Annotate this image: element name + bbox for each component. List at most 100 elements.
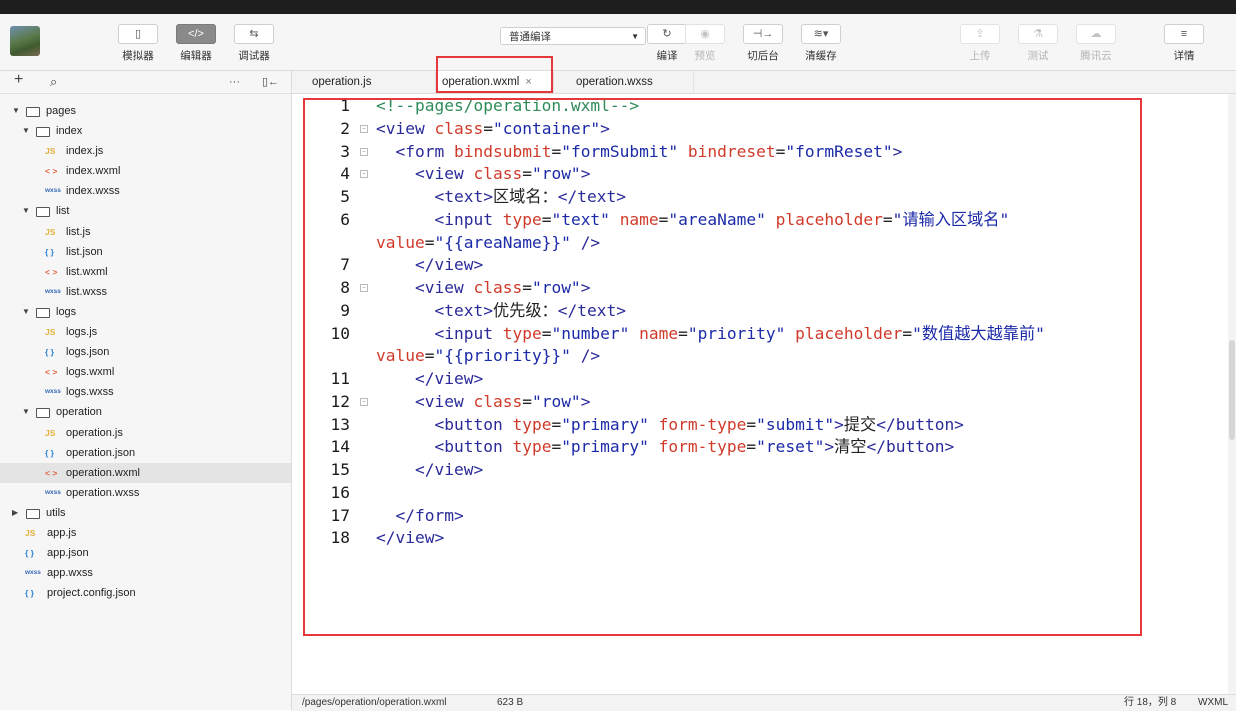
file-item[interactable]: { } operation.json <box>0 443 291 463</box>
js-file-icon: JS <box>45 146 56 157</box>
search-icon[interactable]: ⌕ <box>50 74 57 90</box>
close-icon[interactable]: × <box>525 76 531 88</box>
file-item[interactable]: < > logs.wxml <box>0 362 291 382</box>
code-token: <view <box>414 278 474 297</box>
folder-item[interactable]: ▼ index <box>0 121 291 141</box>
fold-icon[interactable]: − <box>360 397 368 406</box>
folder-item[interactable]: ▼ operation <box>0 402 291 422</box>
simulator-button[interactable]: ▯ 模拟器 <box>112 24 164 63</box>
code-line[interactable]: 11 </view> <box>292 367 1222 390</box>
code-token: "priority" <box>687 323 786 343</box>
chevron-right-icon[interactable]: ▶ <box>12 503 18 523</box>
upload-icon: ⇪ <box>960 24 1000 44</box>
code-line[interactable]: 4 − <view class="row"> <box>292 162 1222 185</box>
file-item[interactable]: { } app.json <box>0 543 291 563</box>
details-button[interactable]: ≡ 详情 <box>1158 24 1210 63</box>
fold-icon[interactable]: − <box>360 147 368 156</box>
upload-button[interactable]: ⇪ 上传 <box>954 24 1006 63</box>
code-line[interactable]: 13 <button type="primary" form-type="sub… <box>292 413 1222 436</box>
file-item[interactable]: wxss operation.wxss <box>0 483 291 503</box>
code-editor[interactable]: 1 <!--pages/operation.wxml--> 2− <view clas… <box>292 94 1236 694</box>
file-item[interactable]: { } project.config.json <box>0 583 291 603</box>
file-item[interactable]: { } logs.json <box>0 342 291 362</box>
language-mode[interactable]: WXML <box>1198 695 1228 711</box>
code-token: placeholder <box>775 209 883 229</box>
code-line[interactable]: 14 <button type="primary" form-type="res… <box>292 435 1222 458</box>
file-item[interactable]: JS index.js <box>0 141 291 161</box>
file-path: /pages/operation/operation.wxml <box>302 697 447 708</box>
code-line[interactable]: value="{{priority}}" /> <box>292 344 1222 367</box>
file-item[interactable]: < > operation.wxml <box>0 462 291 483</box>
tencent-cloud-button[interactable]: ☁ 腾讯云 <box>1070 24 1122 63</box>
code-text: <text>优先级：</text> <box>376 299 625 322</box>
file-item[interactable]: < > index.wxml <box>0 161 291 181</box>
code-token: "formSubmit" <box>561 141 679 161</box>
folder-item[interactable]: ▼ list <box>0 201 291 221</box>
folder-item[interactable]: ▼ pages <box>0 101 291 121</box>
fold-icon[interactable]: − <box>360 124 368 133</box>
code-line[interactable]: 5 <text>区域名：</text> <box>292 185 1222 208</box>
tab-operation-wxss[interactable]: operation.wxss <box>554 71 694 93</box>
code-line[interactable]: 12− <view class="row"> <box>292 390 1222 413</box>
folder-icon <box>36 127 50 138</box>
tab-operation-wxml[interactable]: operation.wxml × <box>436 71 554 93</box>
code-token: > <box>824 437 835 457</box>
more-icon[interactable]: ··· <box>229 76 240 88</box>
scrollbar-thumb[interactable] <box>1229 340 1235 440</box>
code-line[interactable]: 1 <!--pages/operation.wxml--> <box>292 94 1222 117</box>
chevron-down-icon[interactable]: ▼ <box>22 302 30 322</box>
fold-icon[interactable]: − <box>360 170 368 179</box>
test-button[interactable]: ⚗ 测试 <box>1012 24 1064 63</box>
code-line[interactable]: 10 <input type="number" name="priority" … <box>292 322 1222 345</box>
code-line[interactable]: 15 </view> <box>292 458 1222 481</box>
file-item[interactable]: wxss app.wxss <box>0 563 291 583</box>
file-item[interactable]: JS app.js <box>0 523 291 543</box>
code-line[interactable]: 3− <form bindsubmit="formSubmit" bindres… <box>292 140 1222 163</box>
code-line[interactable]: value="{{areaName}}" /> <box>292 231 1222 254</box>
file-item[interactable]: JS operation.js <box>0 423 291 443</box>
editor-button[interactable]: </> 编辑器 <box>170 24 222 63</box>
file-item[interactable]: wxss index.wxss <box>0 181 291 201</box>
add-icon[interactable]: + <box>14 71 23 89</box>
code-line[interactable]: 17 </form> <box>292 504 1222 527</box>
file-item[interactable]: { } list.json <box>0 242 291 262</box>
chevron-down-icon: ▼ <box>631 32 639 41</box>
folder-item[interactable]: ▼ logs <box>0 302 291 322</box>
compile-mode-select[interactable]: 普通编译 ▼ <box>500 27 646 45</box>
code-line[interactable]: 8 − <view class="row"> <box>292 276 1222 299</box>
file-label: index.wxss <box>66 185 120 198</box>
code-token: 区域名： <box>492 187 558 206</box>
folder-item[interactable]: ▶ utils <box>0 503 291 523</box>
folder-label: list <box>56 205 70 218</box>
code-line[interactable]: 9 <text>优先级：</text> <box>292 299 1222 322</box>
code-line[interactable]: 2 − <view class="container"> <box>292 117 1222 140</box>
code-line[interactable]: 7 </view> <box>292 253 1222 276</box>
code-line[interactable]: 6 <input type="text" name="areaName" pla… <box>292 208 1222 231</box>
folder-label: utils <box>46 506 66 519</box>
code-token: type <box>512 414 552 434</box>
file-item[interactable]: < > list.wxml <box>0 262 291 282</box>
tab-operation-js[interactable]: operation.js <box>292 71 436 93</box>
collapse-panel-icon[interactable]: ▯← <box>262 75 279 88</box>
code-token: bindsubmit <box>453 141 552 161</box>
chevron-down-icon[interactable]: ▼ <box>22 121 30 141</box>
backstage-button[interactable]: ⊣→ 切后台 <box>737 24 789 63</box>
file-item[interactable]: JS logs.js <box>0 322 291 342</box>
chevron-down-icon[interactable]: ▼ <box>22 201 30 221</box>
code-token: "row" <box>531 391 581 411</box>
code-token: "container" <box>492 118 601 138</box>
debugger-button[interactable]: ⇆ 调试器 <box>228 24 280 63</box>
clear-cache-button[interactable]: ≋▾ 清缓存 <box>795 24 847 63</box>
avatar[interactable] <box>10 26 40 56</box>
file-item[interactable]: wxss list.wxss <box>0 282 291 302</box>
code-line[interactable]: 16 <box>292 481 1222 504</box>
chevron-down-icon[interactable]: ▼ <box>22 402 30 422</box>
file-item[interactable]: JS list.js <box>0 222 291 242</box>
preview-button[interactable]: ◉ 预览 <box>679 24 731 63</box>
chevron-down-icon[interactable]: ▼ <box>12 101 20 121</box>
file-item[interactable]: wxss logs.wxss <box>0 382 291 402</box>
fold-icon[interactable]: − <box>360 284 368 292</box>
code-line[interactable]: 18 </view> <box>292 526 1222 549</box>
